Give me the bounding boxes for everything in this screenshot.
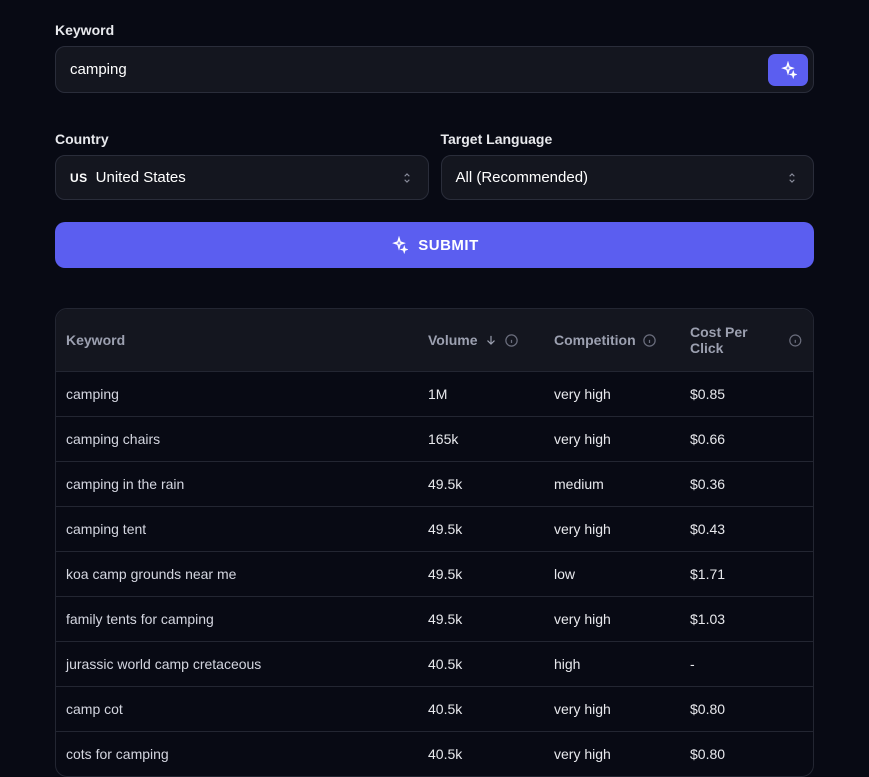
country-badge: US bbox=[70, 171, 88, 185]
table-row[interactable]: cots for camping 40.5k very high $0.80 bbox=[56, 732, 813, 776]
submit-label: SUBMIT bbox=[418, 237, 479, 254]
table-row[interactable]: camping chairs 165k very high $0.66 bbox=[56, 417, 813, 462]
cell-keyword: jurassic world camp cretaceous bbox=[66, 656, 428, 672]
cell-volume: 49.5k bbox=[428, 521, 554, 537]
header-keyword[interactable]: Keyword bbox=[66, 324, 428, 356]
keyword-input-wrapper bbox=[55, 46, 814, 93]
cell-volume: 49.5k bbox=[428, 566, 554, 582]
cell-competition: high bbox=[554, 656, 690, 672]
language-value: All (Recommended) bbox=[456, 169, 589, 186]
info-icon bbox=[642, 333, 657, 348]
keyword-input[interactable] bbox=[55, 46, 814, 93]
table-header: Keyword Volume Competition Cost Per Clic… bbox=[56, 309, 813, 372]
cell-keyword: camping in the rain bbox=[66, 476, 428, 492]
info-icon bbox=[788, 333, 803, 348]
cell-competition: very high bbox=[554, 746, 690, 762]
info-icon bbox=[504, 333, 519, 348]
table-row[interactable]: camping tent 49.5k very high $0.43 bbox=[56, 507, 813, 552]
cell-competition: medium bbox=[554, 476, 690, 492]
cell-cpc: $0.43 bbox=[690, 521, 803, 537]
cell-cpc: - bbox=[690, 656, 803, 672]
language-select[interactable]: All (Recommended) bbox=[441, 155, 815, 200]
cell-cpc: $1.71 bbox=[690, 566, 803, 582]
keyword-label: Keyword bbox=[55, 22, 814, 38]
cell-competition: low bbox=[554, 566, 690, 582]
header-volume[interactable]: Volume bbox=[428, 324, 554, 356]
cell-keyword: cots for camping bbox=[66, 746, 428, 762]
cell-competition: very high bbox=[554, 521, 690, 537]
cell-volume: 1M bbox=[428, 386, 554, 402]
table-row[interactable]: family tents for camping 49.5k very high… bbox=[56, 597, 813, 642]
cell-keyword: camping tent bbox=[66, 521, 428, 537]
cell-competition: very high bbox=[554, 611, 690, 627]
country-select[interactable]: US United States bbox=[55, 155, 429, 200]
cell-keyword: koa camp grounds near me bbox=[66, 566, 428, 582]
table-row[interactable]: camping 1M very high $0.85 bbox=[56, 372, 813, 417]
cell-cpc: $0.85 bbox=[690, 386, 803, 402]
arrow-down-icon bbox=[484, 333, 498, 347]
country-value: United States bbox=[96, 169, 186, 186]
language-label: Target Language bbox=[441, 131, 815, 147]
table-row[interactable]: jurassic world camp cretaceous 40.5k hig… bbox=[56, 642, 813, 687]
cell-competition: very high bbox=[554, 701, 690, 717]
table-row[interactable]: koa camp grounds near me 49.5k low $1.71 bbox=[56, 552, 813, 597]
cell-cpc: $0.80 bbox=[690, 701, 803, 717]
cell-keyword: camping chairs bbox=[66, 431, 428, 447]
sparkle-icon bbox=[390, 236, 408, 254]
cell-volume: 49.5k bbox=[428, 476, 554, 492]
cell-keyword: camp cot bbox=[66, 701, 428, 717]
cell-volume: 40.5k bbox=[428, 656, 554, 672]
submit-button[interactable]: SUBMIT bbox=[55, 222, 814, 268]
cell-cpc: $1.03 bbox=[690, 611, 803, 627]
results-table: Keyword Volume Competition Cost Per Clic… bbox=[55, 308, 814, 777]
cell-volume: 40.5k bbox=[428, 701, 554, 717]
table-row[interactable]: camping in the rain 49.5k medium $0.36 bbox=[56, 462, 813, 507]
header-competition[interactable]: Competition bbox=[554, 324, 690, 356]
cell-volume: 49.5k bbox=[428, 611, 554, 627]
cell-cpc: $0.66 bbox=[690, 431, 803, 447]
cell-competition: very high bbox=[554, 431, 690, 447]
chevron-updown-icon bbox=[785, 171, 799, 185]
header-cpc[interactable]: Cost Per Click bbox=[690, 324, 803, 356]
cell-keyword: camping bbox=[66, 386, 428, 402]
cell-volume: 40.5k bbox=[428, 746, 554, 762]
sparkle-icon bbox=[779, 61, 797, 79]
cell-volume: 165k bbox=[428, 431, 554, 447]
cell-cpc: $0.80 bbox=[690, 746, 803, 762]
cell-competition: very high bbox=[554, 386, 690, 402]
table-row[interactable]: camp cot 40.5k very high $0.80 bbox=[56, 687, 813, 732]
sparkle-button[interactable] bbox=[768, 54, 808, 86]
cell-cpc: $0.36 bbox=[690, 476, 803, 492]
cell-keyword: family tents for camping bbox=[66, 611, 428, 627]
country-label: Country bbox=[55, 131, 429, 147]
chevron-updown-icon bbox=[400, 171, 414, 185]
